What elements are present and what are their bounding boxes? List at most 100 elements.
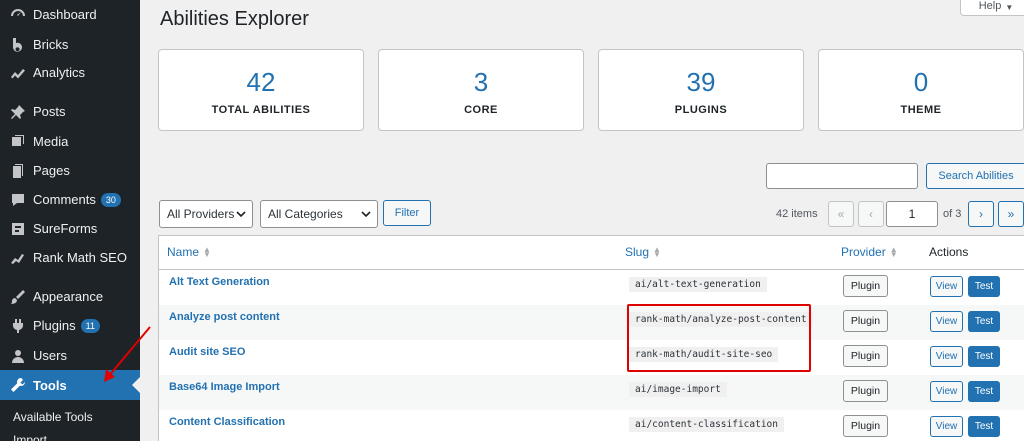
stat-card-core: 3 CORE (378, 49, 584, 131)
abilities-table: Name ▲ ▼ Slug ▲ ▼ Provider ▲ ▼ Actions Alt … (158, 235, 1024, 441)
test-button[interactable]: Test (968, 276, 1000, 297)
plugins-count-badge: 11 (80, 318, 100, 333)
column-header-label: Slug (625, 245, 650, 259)
items-count: 42 items (776, 208, 818, 220)
ability-slug: ai/image-import (629, 382, 727, 397)
bricks-icon (9, 36, 27, 54)
stat-label: THEME (900, 104, 942, 116)
ability-slug: ai/alt-text-generation (629, 277, 767, 292)
column-header-label: Provider (841, 245, 886, 259)
stat-label: TOTAL ABILITIES (211, 104, 311, 116)
analytics-icon (9, 64, 27, 82)
ability-name-link[interactable]: Alt Text Generation (169, 276, 270, 288)
column-header-slug[interactable]: Slug ▲ ▼ (625, 245, 661, 259)
search-abilities-button[interactable]: Search Abilities (926, 163, 1024, 189)
ability-name-link[interactable]: Base64 Image Import (169, 381, 280, 393)
total-pages-text: of 3 (943, 208, 962, 220)
stat-card-plugins: 39 PLUGINS (598, 49, 804, 131)
providers-select[interactable]: All Providers (159, 200, 253, 228)
sidebar-item-label: SureForms (33, 221, 98, 236)
sidebar-item-pages[interactable]: Pages (0, 156, 140, 185)
sidebar-item-appearance[interactable]: Appearance (0, 282, 140, 311)
submenu-import[interactable]: Import (13, 433, 47, 441)
last-page-button[interactable]: » (998, 201, 1024, 227)
sidebar-item-label: Rank Math SEO (33, 250, 127, 265)
table-row: Base64 Image Import ai/image-import Plug… (159, 375, 1024, 410)
column-header-name[interactable]: Name ▲ ▼ (167, 245, 211, 259)
annotation-arrow-icon (104, 326, 151, 382)
stat-label: CORE (464, 104, 498, 116)
sidebar-item-comments[interactable]: Comments 30 (0, 185, 140, 214)
providers-select-value: All Providers (167, 207, 235, 221)
sidebar-item-label: Appearance (33, 289, 104, 304)
ability-name-link[interactable]: Analyze post content (169, 311, 280, 323)
prev-page-button[interactable]: ‹ (858, 201, 884, 227)
current-page-input[interactable]: 1 (886, 201, 938, 227)
filter-button[interactable]: Filter (383, 200, 431, 226)
ability-name-link[interactable]: Audit site SEO (169, 346, 245, 358)
users-icon (9, 347, 27, 365)
annotation-highlight-box (627, 304, 811, 372)
sidebar-item-media[interactable]: Media (0, 127, 140, 156)
stat-value: 3 (473, 67, 489, 97)
pages-icon (9, 162, 27, 180)
chevron-down-icon: ▼ (1005, 3, 1014, 12)
sidebar-item-sureforms[interactable]: SureForms (0, 214, 140, 243)
column-header-actions: Actions (929, 245, 968, 259)
column-header-provider[interactable]: Provider ▲ ▼ (841, 245, 898, 259)
table-row: Alt Text Generation ai/alt-text-generati… (159, 270, 1024, 305)
table-row: Analyze post content rank-math/analyze-p… (159, 305, 1024, 340)
test-button[interactable]: Test (968, 416, 1000, 437)
sidebar-item-posts[interactable]: Posts (0, 97, 140, 126)
test-button[interactable]: Test (968, 346, 1000, 367)
stat-value: 0 (913, 67, 929, 97)
sort-icon: ▲ ▼ (203, 245, 211, 259)
first-page-button[interactable]: « (828, 201, 854, 227)
comments-icon (9, 191, 27, 209)
column-header-label: Name (167, 245, 200, 259)
search-input[interactable] (766, 163, 918, 189)
stat-label: PLUGINS (674, 104, 728, 116)
view-button[interactable]: View (930, 381, 963, 402)
sidebar-item-label: Posts (33, 104, 66, 119)
sidebar-item-label: Plugins (33, 318, 76, 333)
sureforms-icon (9, 220, 27, 238)
sidebar-item-label: Tools (33, 377, 67, 393)
sidebar-item-bricks[interactable]: Bricks (0, 30, 140, 59)
stat-value: 39 (686, 67, 716, 97)
view-button[interactable]: View (930, 416, 963, 437)
media-icon (9, 133, 27, 151)
provider-badge: Plugin (843, 275, 888, 297)
column-header-label: Actions (929, 245, 969, 259)
brush-icon (9, 288, 27, 306)
stat-card-total: 42 TOTAL ABILITIES (158, 49, 364, 131)
view-button[interactable]: View (930, 276, 963, 297)
view-button[interactable]: View (930, 311, 963, 332)
test-button[interactable]: Test (968, 381, 1000, 402)
provider-badge: Plugin (843, 310, 888, 332)
provider-badge: Plugin (843, 415, 888, 437)
sidebar-item-analytics[interactable]: Analytics (0, 58, 140, 87)
table-row: Audit site SEO rank-math/audit-site-seo … (159, 340, 1024, 375)
stat-value: 42 (246, 67, 276, 97)
categories-select-value: All Categories (268, 207, 343, 221)
plugins-icon (9, 317, 27, 335)
next-page-button[interactable]: › (968, 201, 994, 227)
sidebar-item-label: Analytics (33, 65, 86, 80)
help-tab-button[interactable]: Help ▼ (960, 0, 1024, 16)
wrench-icon (9, 376, 27, 394)
ability-name-link[interactable]: Content Classification (169, 416, 285, 428)
sort-icon: ▲ ▼ (889, 245, 898, 259)
sidebar-item-dashboard[interactable]: Dashboard (0, 0, 140, 29)
stat-card-theme: 0 THEME (818, 49, 1024, 131)
rank-math-icon (9, 249, 27, 267)
sidebar-item-label: Comments (33, 192, 96, 207)
submenu-available-tools[interactable]: Available Tools (13, 410, 93, 424)
sidebar-item-rank-math-seo[interactable]: Rank Math SEO (0, 243, 140, 272)
categories-select[interactable]: All Categories (260, 200, 378, 228)
sidebar-item-label: Pages (33, 163, 70, 178)
sidebar-item-label: Bricks (33, 37, 69, 52)
pin-icon (9, 103, 27, 121)
test-button[interactable]: Test (968, 311, 1000, 332)
view-button[interactable]: View (930, 346, 963, 367)
